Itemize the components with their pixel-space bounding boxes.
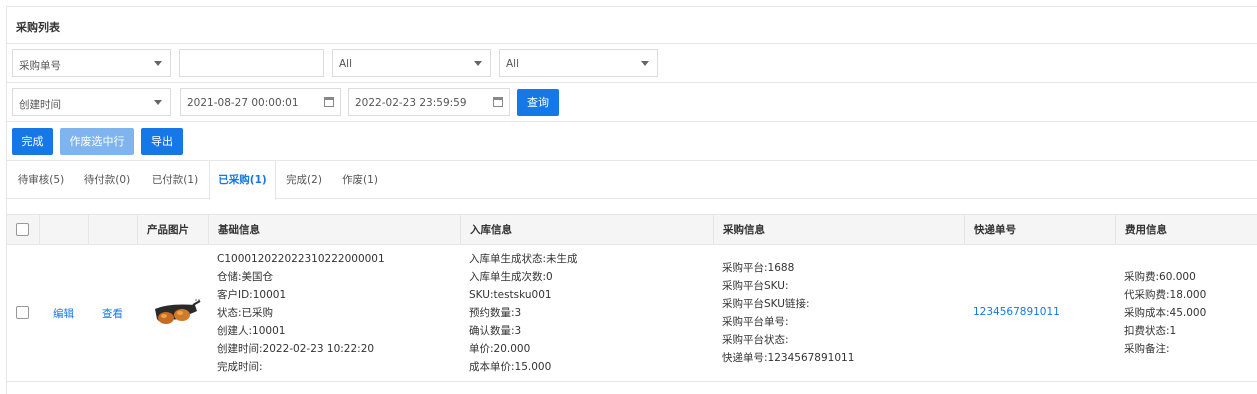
completed-time: 完成时间: xyxy=(217,361,263,373)
export-button[interactable]: 导出 xyxy=(141,128,183,155)
status: 状态:已采购 xyxy=(217,307,274,319)
warehouse: 仓储:美国仓 xyxy=(217,271,274,283)
purchase-remark: 采购备注: xyxy=(1124,343,1170,355)
filter-select-b-value: All xyxy=(506,58,520,70)
tab-purchased[interactable]: 已采购(1) xyxy=(209,161,276,200)
search-input[interactable] xyxy=(179,49,324,77)
void-selected-button[interactable]: 作废选中行 xyxy=(60,128,134,155)
platform-sku: 采购平台SKU: xyxy=(722,280,789,292)
header-fee-info: 费用信息 xyxy=(1115,215,1257,245)
table-header: 产品图片 基础信息 入库信息 采购信息 快递单号 费用信息 xyxy=(7,215,1257,245)
purchase-platform: 采购平台:1688 xyxy=(722,262,795,274)
date-type-value: 创建时间 xyxy=(19,99,61,111)
purchase-info-cell: 采购平台:1688 采购平台SKU: 采购平台SKU链接: 采购平台单号: 采购… xyxy=(713,245,964,382)
creator: 创建人:10001 xyxy=(217,325,286,337)
order-number: C100012022022310222000001 xyxy=(217,253,385,265)
header-view-col xyxy=(88,215,137,245)
header-checkbox-cell xyxy=(7,215,39,245)
filter-row-1: 采购单号 All All xyxy=(7,44,1257,83)
tab-voided[interactable]: 作废(1) xyxy=(333,161,387,199)
product-image-cell xyxy=(137,245,208,382)
agent-purchase-fee: 代采购费:18.000 xyxy=(1124,289,1207,301)
sku: SKU:testsku001 xyxy=(469,289,552,301)
calendar-icon xyxy=(324,97,334,107)
header-edit-col xyxy=(39,215,88,245)
header-purchase-info: 采购信息 xyxy=(713,215,964,245)
search-type-value: 采购单号 xyxy=(19,60,61,72)
tab-content-spacer xyxy=(7,199,1257,215)
page-title: 采购列表 xyxy=(16,21,60,34)
inbound-count: 入库单生成次数:0 xyxy=(469,271,553,283)
unit-price: 单价:20.000 xyxy=(469,343,531,355)
platform-order-number: 采购平台单号: xyxy=(722,316,789,328)
tab-completed[interactable]: 完成(2) xyxy=(277,161,331,199)
reserved-qty: 预约数量:3 xyxy=(469,307,522,319)
query-button[interactable]: 查询 xyxy=(517,89,559,116)
tab-paid[interactable]: 已付款(1) xyxy=(141,161,209,199)
purchase-list-panel: 采购列表 采购单号 All All 创建时间 2021-08-27 00:00:… xyxy=(6,6,1257,394)
tracking-cell: 1234567891011 xyxy=(964,245,1115,382)
header-inbound-info: 入库信息 xyxy=(460,215,713,245)
tab-pending-review[interactable]: 待审核(5) xyxy=(9,161,73,199)
fee-info-lines: 采购费:60.000 代采购费:18.000 采购成本:45.000 扣费状态:… xyxy=(1124,268,1206,358)
row-checkbox[interactable] xyxy=(16,306,29,319)
cost-unit-price: 成本单价:15.000 xyxy=(469,361,552,373)
header-product-image: 产品图片 xyxy=(137,215,208,245)
product-thumbnail[interactable] xyxy=(149,291,201,341)
panel-header: 采购列表 xyxy=(7,7,1257,44)
table-row: 编辑 查看 C100012022022310222000001 仓储:美国仓 客… xyxy=(7,245,1257,382)
calendar-icon xyxy=(493,97,503,107)
created-time: 创建时间:2022-02-23 10:22:20 xyxy=(217,343,375,355)
filter-row-2: 创建时间 2021-08-27 00:00:01 2022-02-23 23:5… xyxy=(7,83,1257,122)
confirmed-qty: 确认数量:3 xyxy=(469,325,522,337)
platform-sku-link: 采购平台SKU链接: xyxy=(722,298,810,310)
tab-pending-payment[interactable]: 待付款(0) xyxy=(75,161,139,199)
chevron-down-icon xyxy=(641,61,649,66)
date-type-select[interactable]: 创建时间 xyxy=(12,88,171,116)
tracking-number-link[interactable]: 1234567891011 xyxy=(973,306,1060,318)
date-from-value: 2021-08-27 00:00:01 xyxy=(187,97,299,109)
search-type-select[interactable]: 采购单号 xyxy=(12,49,171,77)
row-view-cell: 查看 xyxy=(88,245,137,382)
row-checkbox-cell xyxy=(7,245,39,382)
purchase-cost: 采购成本:45.000 xyxy=(1124,307,1207,319)
deduction-status: 扣费状态:1 xyxy=(1124,325,1177,337)
purchase-tracking: 快递单号:1234567891011 xyxy=(722,352,855,364)
edit-link[interactable]: 编辑 xyxy=(53,306,74,321)
select-all-checkbox[interactable] xyxy=(16,223,29,236)
header-tracking-number: 快递单号 xyxy=(964,215,1115,245)
date-to-value: 2022-02-23 23:59:59 xyxy=(355,97,467,109)
fee-info-cell: 采购费:60.000 代采购费:18.000 采购成本:45.000 扣费状态:… xyxy=(1115,245,1257,382)
inbound-status: 入库单生成状态:未生成 xyxy=(469,253,578,265)
chevron-down-icon xyxy=(474,61,482,66)
purchase-fee: 采购费:60.000 xyxy=(1124,271,1196,283)
header-basic-info: 基础信息 xyxy=(208,215,460,245)
chevron-down-icon xyxy=(154,100,162,105)
action-bar: 完成 作废选中行 导出 xyxy=(7,122,1257,161)
basic-info-cell: C100012022022310222000001 仓储:美国仓 客户ID:10… xyxy=(208,245,460,382)
date-to-input[interactable]: 2022-02-23 23:59:59 xyxy=(348,88,510,116)
date-from-input[interactable]: 2021-08-27 00:00:01 xyxy=(180,88,341,116)
status-tabs: 待审核(5) 待付款(0) 已付款(1) 已采购(1) 完成(2) 作废(1) xyxy=(7,161,1257,200)
customer-id: 客户ID:10001 xyxy=(217,289,287,301)
filter-select-b[interactable]: All xyxy=(499,49,658,77)
filter-select-a[interactable]: All xyxy=(332,49,491,77)
basic-info-lines: C100012022022310222000001 仓储:美国仓 客户ID:10… xyxy=(217,250,385,376)
view-link[interactable]: 查看 xyxy=(102,306,123,321)
platform-status: 采购平台状态: xyxy=(722,334,789,346)
inbound-info-cell: 入库单生成状态:未生成 入库单生成次数:0 SKU:testsku001 预约数… xyxy=(460,245,713,382)
purchase-info-lines: 采购平台:1688 采购平台SKU: 采购平台SKU链接: 采购平台单号: 采购… xyxy=(722,259,854,367)
complete-button[interactable]: 完成 xyxy=(12,128,53,155)
filter-select-a-value: All xyxy=(339,58,353,70)
inbound-info-lines: 入库单生成状态:未生成 入库单生成次数:0 SKU:testsku001 预约数… xyxy=(469,250,578,376)
row-edit-cell: 编辑 xyxy=(39,245,88,382)
chevron-down-icon xyxy=(154,61,162,66)
